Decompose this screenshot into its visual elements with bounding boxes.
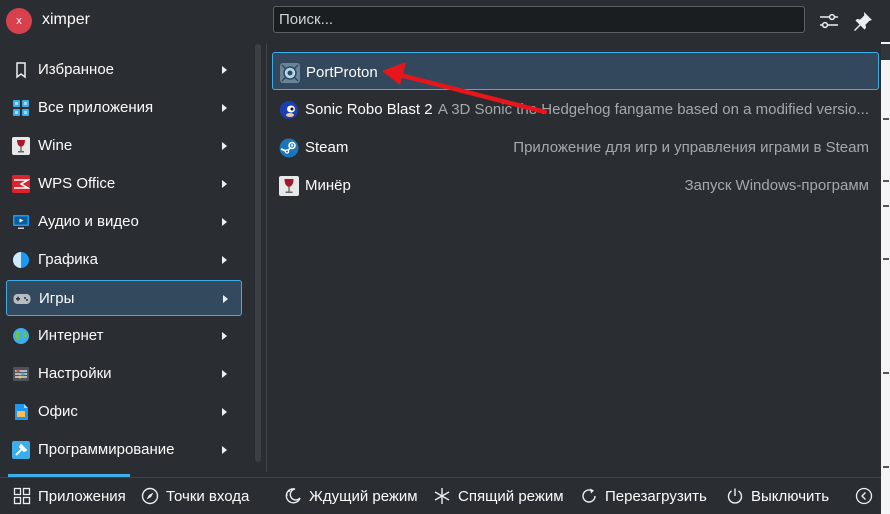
chevron-right-icon (222, 370, 227, 378)
chevron-right-icon (222, 256, 227, 264)
category-label: Игры (39, 290, 75, 307)
wine-glass-icon (279, 176, 299, 196)
office-icon (12, 403, 30, 421)
power-icon (726, 487, 744, 505)
monitor-icon (12, 213, 30, 231)
search-input[interactable] (273, 6, 805, 33)
compass-icon (141, 487, 159, 505)
chevron-right-icon (222, 408, 227, 416)
app-description: Запуск Windows-программ (684, 177, 869, 194)
chevron-right-icon (222, 104, 227, 112)
grid-icon (12, 99, 30, 117)
tab-label: Приложения (38, 488, 126, 505)
category-label: WPS Office (38, 175, 116, 192)
app-name: Sonic Robo Blast 2 (305, 101, 433, 118)
category-label: Графика (38, 251, 98, 268)
avatar[interactable]: x (6, 8, 32, 34)
button-label: Перезагрузить (605, 488, 707, 505)
sonic-icon (279, 100, 299, 120)
category-wine[interactable]: Wine (6, 128, 242, 164)
app-description: A 3D Sonic the Hedgehog fangame based on… (437, 101, 869, 118)
globe-icon (12, 327, 30, 345)
app-name: Минёр (305, 177, 351, 194)
category-label: Все приложения (38, 99, 154, 116)
grid-icon (13, 487, 31, 505)
button-label: Выключить (751, 488, 830, 505)
category-audio-video[interactable]: Аудио и видео (6, 204, 242, 240)
portproton-icon (280, 63, 300, 83)
category-label: Избранное (38, 61, 115, 78)
settings-sliders-icon[interactable] (818, 10, 840, 32)
button-label: Спящий режим (458, 488, 564, 505)
category-wps-office[interactable]: WPS Office (6, 166, 242, 202)
category-graphics[interactable]: Графика (6, 242, 242, 278)
app-item-steam[interactable]: Steam Приложение для игр и управления иг… (272, 128, 879, 166)
category-games[interactable]: Игры (6, 280, 242, 316)
gamepad-icon (13, 290, 31, 308)
tab-label: Точки входа (166, 488, 250, 505)
app-name: PortProton (306, 64, 378, 81)
footer-divider (0, 477, 881, 478)
chevron-right-icon (222, 218, 227, 226)
chevron-right-icon (222, 332, 227, 340)
category-favorites[interactable]: Избранное (6, 52, 242, 88)
settings-icon (12, 365, 30, 383)
wps-office-icon (12, 175, 32, 193)
snowflake-icon (433, 487, 451, 505)
category-label: Программирование (38, 441, 175, 458)
moon-icon (284, 487, 302, 505)
category-settings[interactable]: Настройки (6, 356, 242, 392)
chevron-right-icon (222, 66, 227, 74)
category-scrollbar[interactable] (255, 44, 261, 462)
collapse-arrow-icon[interactable] (855, 487, 873, 505)
steam-icon (279, 138, 299, 158)
category-label: Офис (38, 403, 78, 420)
category-label: Настройки (38, 365, 112, 382)
username: ximper (42, 11, 91, 28)
chevron-right-icon (222, 446, 227, 454)
pin-icon[interactable] (852, 10, 874, 32)
category-internet[interactable]: Интернет (6, 318, 242, 354)
app-item-portproton[interactable]: PortProton (272, 52, 879, 90)
category-label: Интернет (38, 327, 104, 344)
bookmark-icon (12, 61, 30, 79)
category-development[interactable]: Программирование (6, 432, 242, 468)
category-list: Избранное Все приложения Wine WPS Office… (0, 52, 246, 470)
app-description: Приложение для игр и управления играми в… (513, 139, 869, 156)
category-office[interactable]: Офис (6, 394, 242, 430)
category-all-apps[interactable]: Все приложения (6, 90, 242, 126)
category-label: Wine (38, 137, 73, 154)
wine-glass-icon (12, 137, 30, 155)
app-name: Steam (305, 139, 349, 156)
graphics-icon (12, 251, 30, 269)
background-window (881, 0, 890, 514)
category-label: Аудио и видео (38, 213, 139, 230)
button-label: Ждущий режим (309, 488, 418, 505)
panel-divider (266, 44, 267, 472)
chevron-right-icon (222, 142, 227, 150)
app-item-miner[interactable]: Минёр Запуск Windows-программ (272, 166, 879, 204)
hammer-icon (12, 441, 30, 459)
app-item-sonic-robo-blast-2[interactable]: Sonic Robo Blast 2 A 3D Sonic the Hedgeh… (272, 90, 879, 128)
application-list: PortProton Sonic Robo Blast 2 A 3D Sonic… (272, 52, 879, 352)
chevron-right-icon (222, 180, 227, 188)
chevron-right-icon (223, 295, 228, 303)
launcher-header: x ximper (0, 0, 881, 42)
restart-icon (580, 487, 598, 505)
